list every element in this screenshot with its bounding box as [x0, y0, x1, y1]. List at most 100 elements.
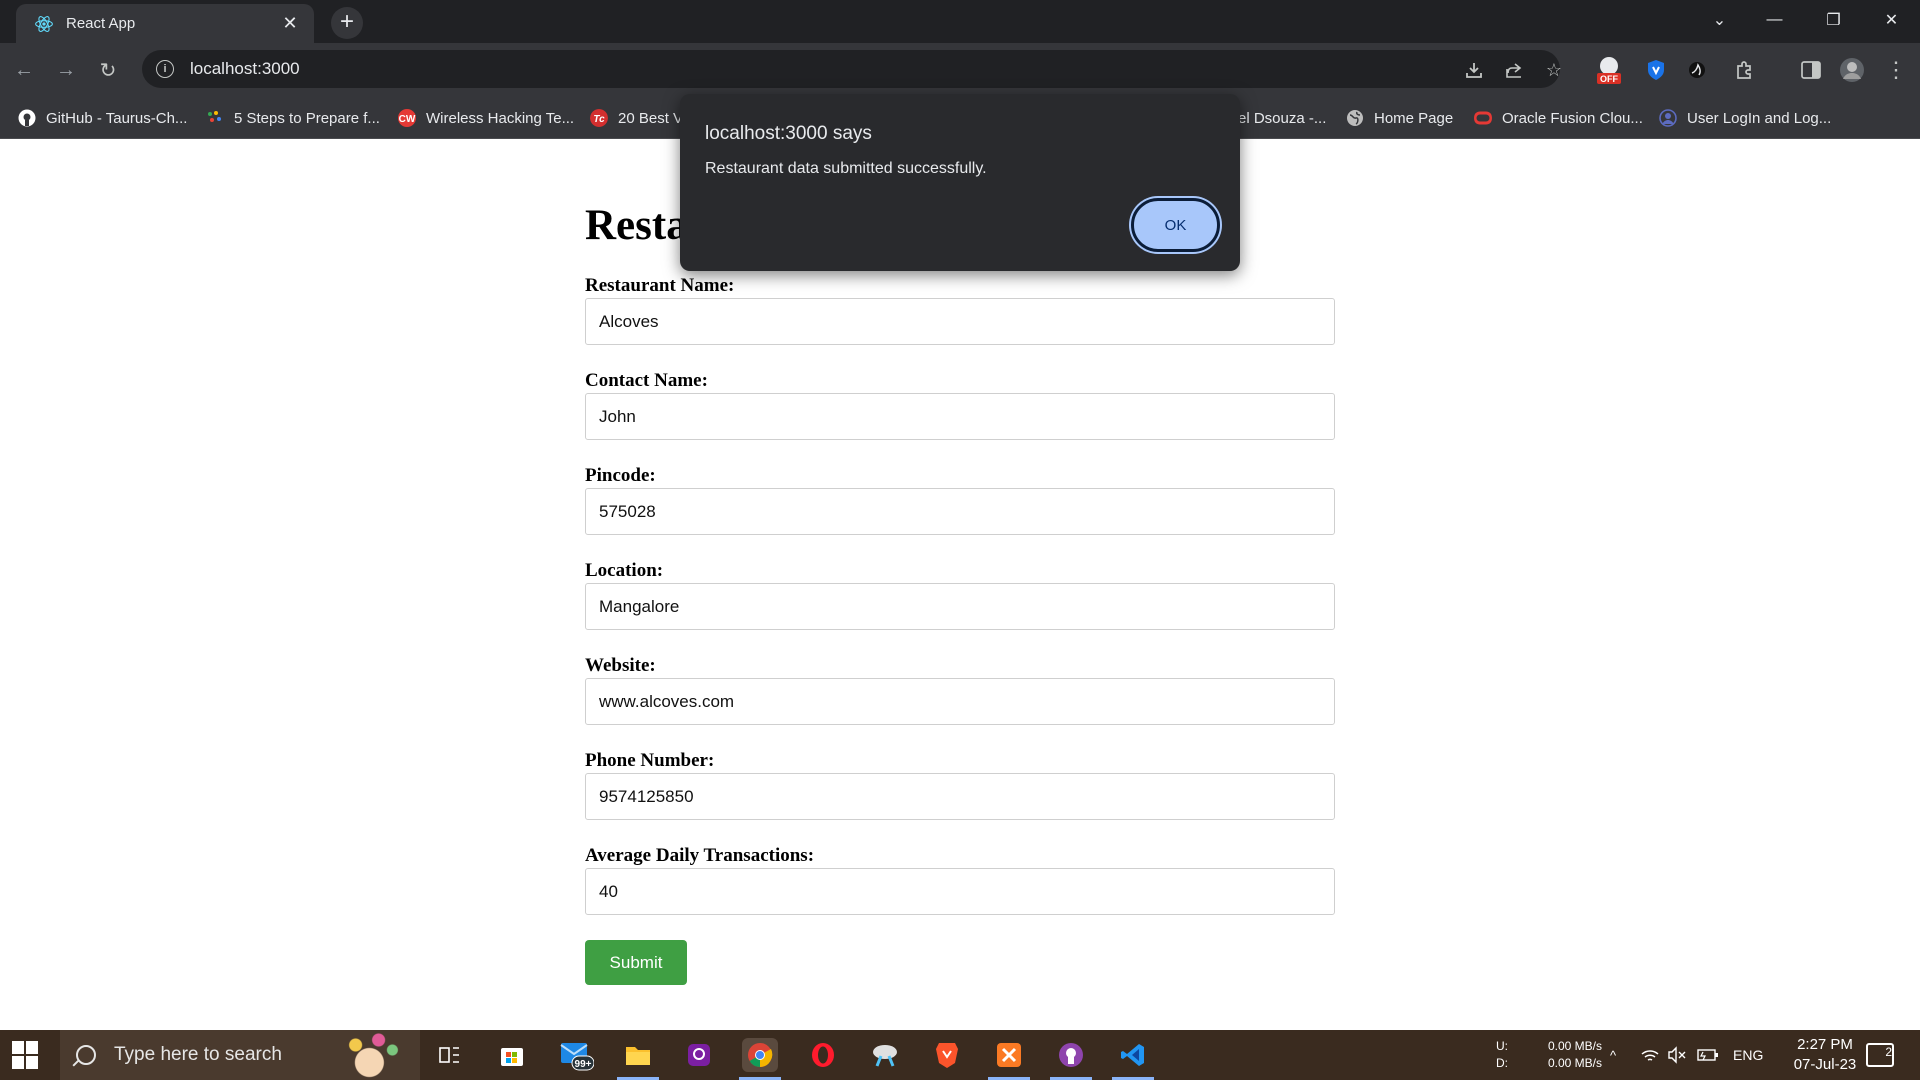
- svg-text:Tc: Tc: [593, 114, 605, 125]
- bookmark-user-login[interactable]: User LogIn and Log...: [1659, 107, 1831, 129]
- bookmark-label: 20 Best V: [618, 109, 684, 127]
- microsoft-store-icon[interactable]: [494, 1038, 530, 1072]
- location-label: Location:: [585, 560, 664, 581]
- dialog-ok-button[interactable]: OK: [1131, 198, 1220, 252]
- bookmark-5-steps[interactable]: 5 Steps to Prepare f...: [206, 107, 380, 129]
- notification-count: 2: [1885, 1045, 1892, 1059]
- bookmark-github[interactable]: GitHub - Taurus-Ch...: [18, 107, 187, 129]
- phone-number-input[interactable]: [585, 773, 1335, 820]
- brave-icon[interactable]: [929, 1038, 965, 1072]
- reload-icon[interactable]: ↻: [92, 54, 124, 86]
- snipping-app-icon[interactable]: [867, 1038, 903, 1072]
- tab-strip: React App ✕ + ⌄ — ❐ ✕: [0, 0, 1920, 43]
- bookmark-home-page[interactable]: Home Page: [1346, 107, 1453, 129]
- restaurant-name-label: Restaurant Name:: [585, 275, 735, 296]
- search-placeholder: Type here to search: [114, 1044, 282, 1065]
- vscode-icon[interactable]: [1115, 1038, 1151, 1072]
- upload-label: U:: [1496, 1039, 1508, 1053]
- avg-daily-transactions-input[interactable]: [585, 868, 1335, 915]
- profile-avatar[interactable]: [1836, 54, 1868, 86]
- file-explorer-icon[interactable]: [620, 1038, 656, 1072]
- taskbar-clock[interactable]: 2:27 PM 07-Jul-23: [1770, 1035, 1880, 1075]
- bookmark-wireless-hacking[interactable]: CW Wireless Hacking Te...: [398, 107, 574, 129]
- url-text: localhost:3000: [190, 59, 300, 78]
- minimize-button[interactable]: —: [1747, 0, 1802, 40]
- dialog-title: localhost:3000 says: [705, 123, 872, 144]
- battery-icon[interactable]: [1697, 1030, 1719, 1080]
- close-window-button[interactable]: ✕: [1864, 0, 1919, 40]
- tab-title: React App: [66, 15, 136, 32]
- contact-name-label: Contact Name:: [585, 370, 708, 391]
- tab-close-icon[interactable]: ✕: [278, 13, 302, 34]
- clock-time: 2:27 PM: [1797, 1036, 1853, 1053]
- share-icon[interactable]: [1498, 54, 1530, 86]
- tc-icon: Tc: [590, 109, 608, 127]
- alert-dialog: localhost:3000 says Restaurant data subm…: [680, 94, 1240, 271]
- extension-off-icon[interactable]: OFF: [1593, 54, 1625, 86]
- task-view-icon[interactable]: [432, 1038, 468, 1072]
- contact-name-input[interactable]: [585, 393, 1335, 440]
- dark-extension-icon[interactable]: [1681, 54, 1713, 86]
- bookmark-20-best[interactable]: Tc 20 Best V: [590, 107, 683, 129]
- dialog-message: Restaurant data submitted successfully.: [705, 160, 987, 177]
- cw-icon: CW: [398, 109, 416, 127]
- bookmark-label: Wireless Hacking Te...: [426, 109, 575, 127]
- xampp-icon[interactable]: [991, 1038, 1027, 1072]
- pincode-label: Pincode:: [585, 465, 656, 486]
- bookmark-dsouza[interactable]: el Dsouza -...: [1238, 107, 1326, 129]
- bookmark-label: GitHub - Taurus-Ch...: [46, 109, 188, 127]
- page-content: Resta Restaurant Name: Contact Name: Pin…: [0, 139, 1920, 1030]
- volume-muted-icon[interactable]: [1667, 1030, 1687, 1080]
- language-indicator[interactable]: ENG: [1733, 1030, 1763, 1080]
- phone-number-label: Phone Number:: [585, 750, 715, 771]
- bookmark-label: User LogIn and Log...: [1687, 109, 1832, 127]
- bookmark-label: Oracle Fusion Clou...: [1502, 109, 1643, 127]
- sidebar-icon[interactable]: [1795, 54, 1827, 86]
- chat-app-icon[interactable]: [681, 1038, 717, 1072]
- bookmark-oracle-fusion[interactable]: Oracle Fusion Clou...: [1474, 107, 1643, 129]
- address-bar[interactable]: i localhost:3000: [142, 50, 1560, 88]
- windows-taskbar: Type here to search 99+ U: D: 0.00 MB/s …: [0, 1030, 1920, 1080]
- react-icon: [35, 15, 53, 32]
- svg-text:CW: CW: [399, 114, 416, 125]
- taskbar-search-box[interactable]: Type here to search: [60, 1030, 420, 1080]
- menu-icon[interactable]: ⋮: [1880, 54, 1912, 86]
- opera-icon[interactable]: [805, 1038, 841, 1072]
- pincode-input[interactable]: [585, 488, 1335, 535]
- download-icon[interactable]: [1458, 54, 1490, 86]
- download-label: D:: [1496, 1056, 1508, 1070]
- restaurant-name-input[interactable]: [585, 298, 1335, 345]
- wifi-icon[interactable]: [1640, 1030, 1660, 1080]
- search-icon: [76, 1045, 96, 1065]
- tray-overflow-chevron-icon[interactable]: ^: [1610, 1030, 1616, 1080]
- notification-center-icon[interactable]: 2: [1866, 1043, 1894, 1067]
- submit-button[interactable]: Submit: [585, 940, 687, 985]
- tab-search-icon[interactable]: ⌄: [1692, 0, 1747, 40]
- oracle-icon: [1474, 111, 1492, 125]
- website-input[interactable]: [585, 678, 1335, 725]
- clock-date: 07-Jul-23: [1793, 1056, 1857, 1073]
- globe-icon: [1347, 110, 1363, 126]
- browser-toolbar: ← → ↻ i localhost:3000 ☆ OFF ⋮: [0, 43, 1920, 96]
- user-icon: [1659, 109, 1677, 127]
- tab-react-app[interactable]: React App ✕: [16, 4, 314, 43]
- restore-button[interactable]: ❐: [1806, 0, 1861, 40]
- github-icon: [18, 109, 36, 127]
- windows-start-icon[interactable]: [12, 1041, 40, 1069]
- upload-speed: 0.00 MB/s: [1547, 1039, 1602, 1053]
- site-info-icon[interactable]: i: [156, 60, 174, 78]
- puzzle-icon[interactable]: [1729, 54, 1761, 86]
- location-input[interactable]: [585, 583, 1335, 630]
- bookmark-star-icon[interactable]: ☆: [1538, 54, 1570, 86]
- back-arrow-icon[interactable]: ←: [8, 54, 40, 86]
- github-desktop-icon[interactable]: [1053, 1038, 1089, 1072]
- avg-daily-transactions-label: Average Daily Transactions:: [585, 845, 815, 866]
- forward-arrow-icon[interactable]: →: [50, 54, 82, 86]
- shield-extension-icon[interactable]: [1640, 54, 1672, 86]
- svg-text:OFF: OFF: [1600, 74, 1618, 84]
- bookmark-label: 5 Steps to Prepare f...: [234, 109, 380, 127]
- chrome-icon[interactable]: [742, 1038, 778, 1072]
- mail-icon[interactable]: 99+: [558, 1038, 594, 1072]
- new-tab-button[interactable]: +: [331, 7, 363, 39]
- bookmark-label: Home Page: [1374, 109, 1454, 127]
